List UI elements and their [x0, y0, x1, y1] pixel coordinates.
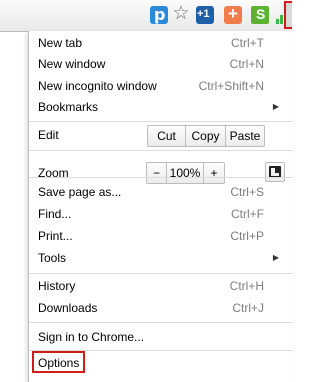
menu-item-new-window[interactable]: New window Ctrl+N: [29, 53, 293, 75]
browser-window: p ☆ +1 + S New tab Ctrl+T New window Ctr…: [0, 0, 293, 382]
menu-item-bookmarks[interactable]: Bookmarks ▶: [29, 96, 293, 118]
zoom-in-button[interactable]: +: [204, 163, 224, 183]
menu-separator: [29, 150, 293, 151]
menu-item-new-incognito-window[interactable]: New incognito window Ctrl+Shift+N: [29, 75, 293, 97]
zoom-level-value: 100%: [167, 163, 204, 183]
menu-item-new-tab[interactable]: New tab Ctrl+T: [29, 32, 293, 54]
zoom-out-button[interactable]: −: [147, 163, 167, 183]
fullscreen-button[interactable]: [265, 162, 285, 182]
menu-item-find[interactable]: Find... Ctrl+F: [29, 203, 293, 225]
menu-separator: [29, 177, 293, 178]
addthis-extension-icon[interactable]: +: [224, 4, 242, 24]
p-extension-icon[interactable]: p: [150, 5, 168, 24]
bookmark-star-icon[interactable]: ☆: [171, 4, 191, 24]
paste-button[interactable]: Paste: [226, 126, 264, 146]
wrench-menu-button[interactable]: [284, 1, 292, 29]
chrome-main-menu: New tab Ctrl+T New window Ctrl+N New inc…: [28, 31, 293, 382]
menu-item-downloads[interactable]: Downloads Ctrl+J: [29, 297, 293, 319]
edit-button-group: Cut Copy Paste: [147, 125, 265, 147]
menu-item-print[interactable]: Print... Ctrl+P: [29, 225, 293, 247]
menu-separator: [29, 322, 293, 323]
cut-button[interactable]: Cut: [148, 126, 186, 146]
submenu-arrow-icon: ▶: [272, 253, 279, 262]
menu-separator: [29, 121, 293, 122]
plus-one-extension-icon[interactable]: +1: [196, 6, 214, 24]
menu-item-save-page[interactable]: Save page as... Ctrl+S: [29, 181, 293, 203]
menu-item-tools[interactable]: Tools ▶: [29, 247, 293, 269]
menu-separator: [29, 273, 293, 274]
menu-item-sign-in[interactable]: Sign in to Chrome...: [29, 326, 293, 348]
options-highlight-box: [32, 351, 85, 373]
copy-button[interactable]: Copy: [186, 126, 226, 146]
s-extension-icon[interactable]: S: [251, 6, 269, 24]
browser-toolbar: p ☆ +1 + S: [0, 0, 292, 32]
submenu-arrow-icon: ▶: [272, 102, 279, 111]
menu-item-history[interactable]: History Ctrl+H: [29, 275, 293, 297]
